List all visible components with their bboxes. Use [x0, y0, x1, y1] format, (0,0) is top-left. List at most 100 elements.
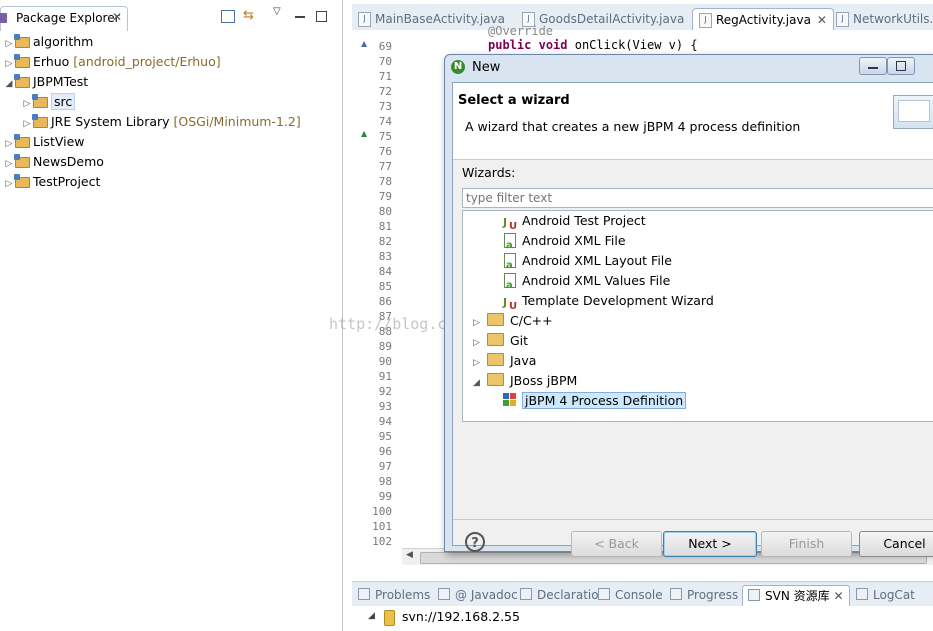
wizard-item[interactable]: a Android XML File	[503, 231, 626, 251]
project-folder-icon	[14, 54, 30, 68]
line-number: 69	[378, 40, 392, 53]
problems-icon	[358, 588, 370, 600]
tree-item-label: JBPMTest	[33, 74, 89, 89]
collapse-all-icon[interactable]	[221, 10, 235, 23]
tree-item[interactable]: ▷ NewsDemo	[4, 152, 104, 172]
line-number: 89	[378, 340, 392, 353]
collapsed-arrow-icon[interactable]: ▷	[4, 154, 14, 174]
wizard-item-label: Java	[510, 353, 537, 368]
back-button[interactable]: < Back	[571, 531, 662, 557]
bottom-tab[interactable]: SVN 资源库 ✕	[742, 585, 850, 606]
tab-mainbaseactivity[interactable]: J MainBaseActivity.java	[358, 8, 505, 30]
dialog-title: New	[472, 60, 501, 75]
collapsed-arrow-icon[interactable]: ▷	[473, 313, 487, 333]
tree-item[interactable]: ▷ Erhuo [android_project/Erhuo]	[4, 52, 221, 72]
tree-item[interactable]: ▷ JRE System Library [OSGi/Minimum-1.2]	[22, 112, 301, 132]
wizard-item[interactable]: J U Template Development Wizard	[503, 291, 714, 312]
declaration-icon	[520, 588, 532, 600]
tree-item[interactable]: ▷ TestProject	[4, 172, 100, 192]
bottom-tab[interactable]: Console	[598, 585, 663, 605]
line-number: 76	[378, 145, 392, 158]
cancel-button[interactable]: Cancel	[859, 531, 933, 557]
project-folder-icon	[14, 34, 30, 48]
wizard-item-label: Android XML Layout File	[522, 253, 672, 268]
maximize-window-button[interactable]	[887, 57, 915, 75]
close-icon[interactable]: ✕	[830, 589, 843, 603]
bottom-tab[interactable]: @ Javadoc	[438, 585, 518, 605]
wizard-item[interactable]: jBPM 4 Process Definition	[503, 391, 687, 411]
package-explorer-tab[interactable]: Package Explorer ✕	[0, 6, 128, 31]
wizard-category[interactable]: ▷ Java	[473, 351, 536, 371]
bottom-tab-label: Progress	[687, 588, 739, 602]
minimize-window-button[interactable]	[859, 57, 887, 75]
bottom-tab[interactable]: LogCat	[856, 585, 915, 605]
wizard-category[interactable]: ▷ Git	[473, 331, 528, 351]
package-explorer-title: Package Explorer	[16, 11, 120, 25]
javadoc-icon	[438, 588, 450, 600]
bottom-tab[interactable]: Progress	[670, 585, 738, 605]
wizard-filter-input[interactable]	[462, 188, 933, 208]
wizard-category[interactable]: ▷ C/C++	[473, 311, 553, 331]
wizard-item[interactable]: a Android XML Layout File	[503, 251, 672, 271]
line-number: 93	[378, 400, 392, 413]
bottom-tab-label: LogCat	[873, 588, 915, 602]
finish-button[interactable]: Finish	[761, 531, 852, 557]
java-file-icon: J	[358, 12, 371, 27]
line-number: 80	[378, 205, 392, 218]
line-number: 91	[378, 370, 392, 383]
tab-networkutils[interactable]: JNetworkUtils.java	[836, 8, 933, 30]
tree-item[interactable]: ▷ src	[22, 92, 76, 114]
wizard-item[interactable]: J U Android Test Project	[503, 211, 646, 232]
wizard-item-label: Android XML Values File	[522, 273, 671, 288]
scroll-left-icon[interactable]: ◀	[406, 550, 413, 560]
expand-arrow-icon[interactable]: ◢	[368, 611, 375, 621]
bottom-tab-label: Problems	[375, 588, 431, 602]
collapsed-arrow-icon[interactable]: ▷	[4, 174, 14, 194]
tab-regactivity[interactable]: J RegActivity.java ✕	[692, 8, 834, 31]
maximize-icon[interactable]	[316, 11, 327, 22]
line-number: 71	[378, 70, 392, 83]
tree-item[interactable]: ▷ ListView	[4, 132, 85, 152]
new-wizard-dialog: N New Select a wizard A wizard that crea…	[444, 54, 933, 557]
collapsed-arrow-icon[interactable]: ▷	[4, 54, 14, 74]
tree-item[interactable]: ◢ JBPMTest	[4, 72, 88, 92]
wizard-banner: Select a wizard A wizard that creates a …	[453, 83, 933, 160]
close-icon[interactable]: ✕	[817, 13, 827, 27]
tree-item[interactable]: ▷ algorithm	[4, 32, 93, 52]
minimize-icon[interactable]	[295, 16, 305, 18]
line-number: 84	[378, 265, 392, 278]
collapsed-arrow-icon[interactable]: ▷	[22, 94, 32, 114]
collapsed-arrow-icon[interactable]: ▷	[22, 114, 32, 134]
wizard-item[interactable]: a Android XML Values File	[503, 271, 670, 291]
view-menu-icon[interactable]: ▽	[273, 6, 281, 17]
bottom-tab[interactable]: Problems	[358, 585, 430, 605]
bottom-tab[interactable]: Declaration	[520, 585, 606, 605]
expanded-arrow-icon[interactable]: ◢	[4, 74, 14, 94]
folder-icon	[487, 353, 504, 366]
close-icon[interactable]: ✕	[112, 10, 122, 24]
project-folder-icon	[14, 174, 30, 188]
tree-item-label: ListView	[33, 134, 85, 149]
folder-icon	[487, 333, 504, 346]
next-button[interactable]: Next >	[663, 531, 757, 557]
collapsed-arrow-icon[interactable]: ▷	[473, 333, 487, 353]
collapsed-arrow-icon[interactable]: ▷	[4, 134, 14, 154]
folder-icon	[487, 373, 504, 386]
line-number: 77	[378, 160, 392, 173]
collapsed-arrow-icon[interactable]: ▷	[4, 34, 14, 54]
dialog-body: Select a wizard A wizard that creates a …	[452, 82, 933, 557]
collapsed-arrow-icon[interactable]: ▷	[473, 353, 487, 373]
override-marker-icon: ▲	[361, 39, 368, 48]
dialog-title-bar[interactable]: N New	[445, 55, 933, 81]
svn-repo-item[interactable]: svn://192.168.2.55	[402, 609, 520, 624]
line-number: 79	[378, 190, 392, 203]
wizard-category[interactable]: ◢ JBoss jBPM	[473, 371, 577, 391]
project-folder-icon	[14, 134, 30, 148]
android-file-icon: a	[503, 273, 516, 291]
junit-icon: JU	[503, 296, 518, 312]
help-icon[interactable]: ?	[465, 532, 485, 552]
line-number: 75	[378, 130, 392, 143]
line-number: 102	[372, 535, 392, 548]
link-with-editor-icon[interactable]: ⇆	[243, 8, 254, 23]
expanded-arrow-icon[interactable]: ◢	[473, 373, 487, 393]
